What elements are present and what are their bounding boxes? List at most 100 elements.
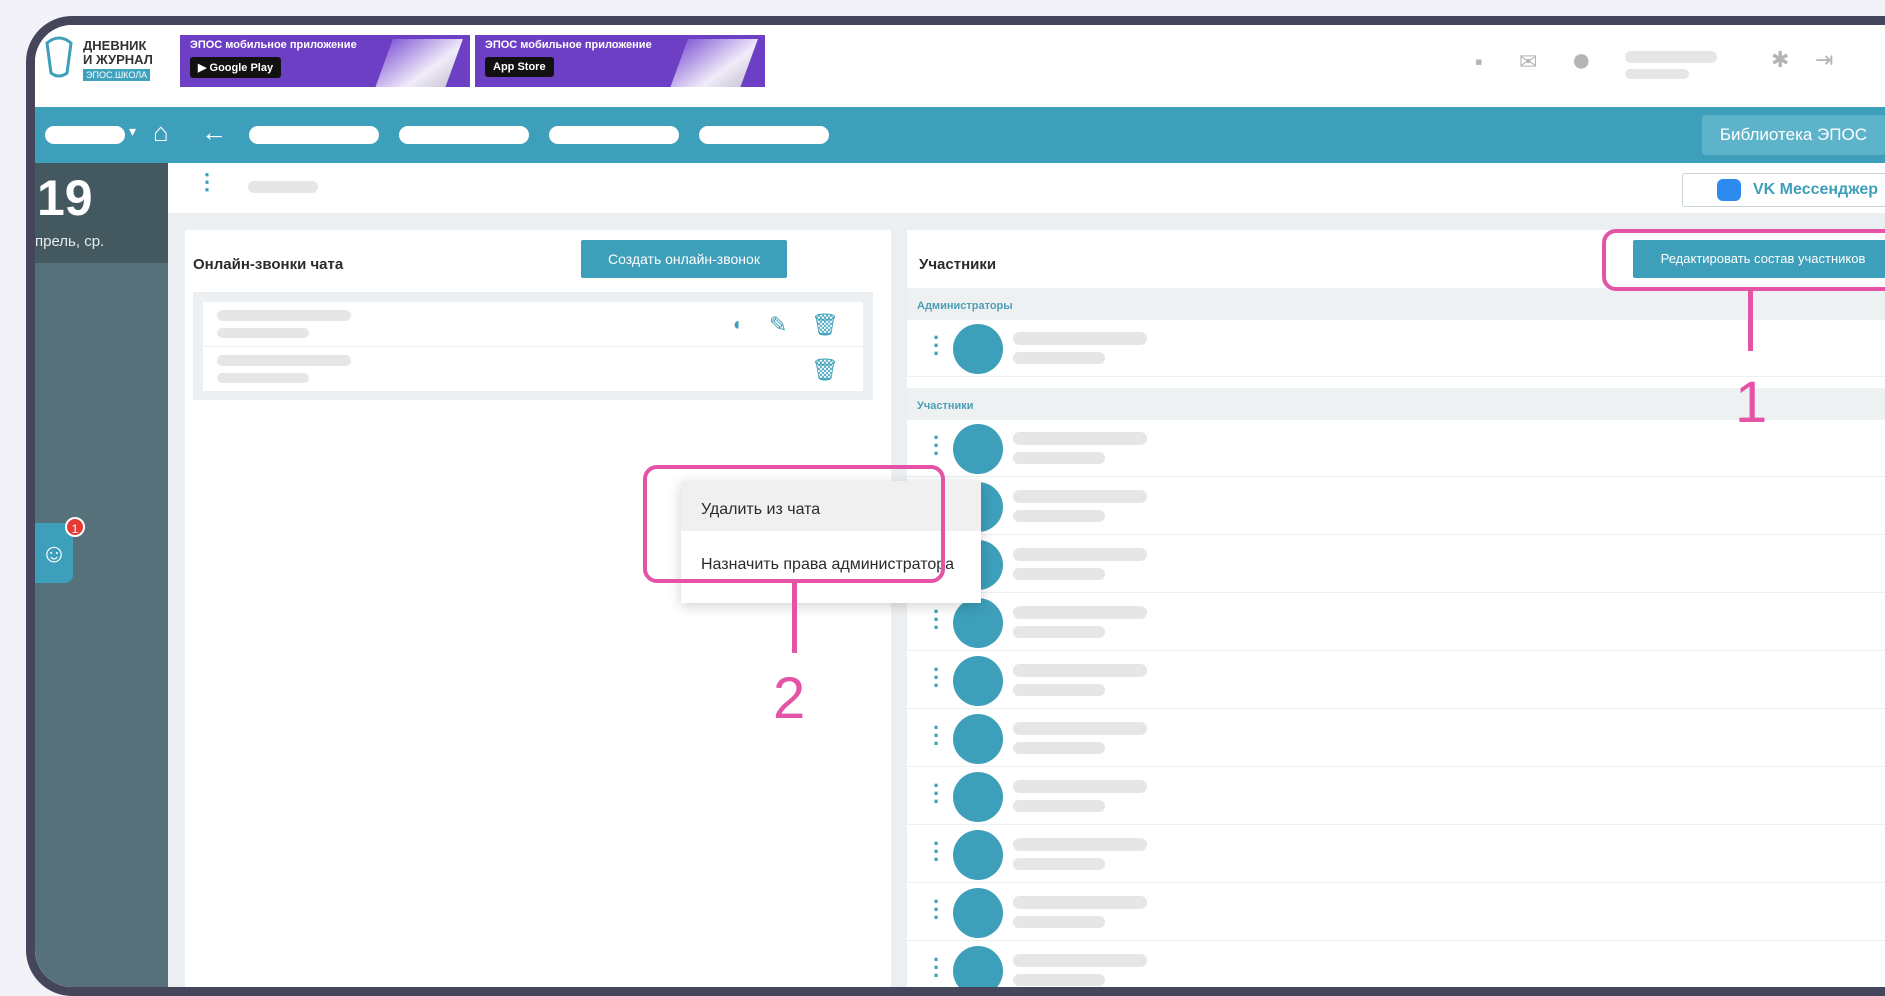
chat-title-placeholder bbox=[248, 181, 318, 193]
call-time-placeholder bbox=[217, 373, 309, 383]
member-menu-icon[interactable]: ··· bbox=[933, 601, 940, 639]
member-name-placeholder bbox=[1013, 332, 1147, 345]
member-name-placeholder bbox=[1013, 896, 1147, 909]
calls-panel: Онлайн-звонки чата Создать онлайн-звонок… bbox=[185, 230, 891, 987]
app-store-badge: App Store bbox=[485, 57, 554, 77]
top-bar: ДНЕВНИК И ЖУРНАЛ ЭПОС.ШКОЛА ЭПОС мобильно… bbox=[35, 25, 1885, 107]
member-name-placeholder bbox=[1013, 722, 1147, 735]
home-icon[interactable]: ⌂ bbox=[153, 117, 169, 148]
assistant-button[interactable]: ☺ 1 bbox=[35, 517, 85, 583]
gear-icon[interactable]: ✱ bbox=[1771, 47, 1789, 73]
library-button[interactable]: Библиотека ЭПОС bbox=[1701, 115, 1885, 155]
member-row[interactable]: ··· bbox=[907, 884, 1885, 941]
call-row[interactable]: 🗑 bbox=[203, 347, 863, 392]
logo-subtitle: ЭПОС.ШКОЛА bbox=[83, 69, 151, 81]
date-day: 19 bbox=[37, 170, 93, 226]
back-arrow-icon[interactable]: ← bbox=[201, 117, 227, 148]
avatar bbox=[953, 598, 1003, 648]
avatar-icon[interactable]: ● bbox=[1571, 41, 1592, 80]
avatar bbox=[953, 324, 1003, 374]
call-name-placeholder bbox=[217, 310, 351, 321]
avatar bbox=[953, 830, 1003, 880]
nav-dropdown[interactable] bbox=[45, 126, 125, 144]
nav-bar: ▾ ⌂ ← Библиотека ЭПОС bbox=[35, 107, 1885, 163]
username-placeholder bbox=[1625, 51, 1717, 63]
logout-icon[interactable]: ⇥ bbox=[1815, 47, 1833, 73]
date-widget: 19 прель, ср. bbox=[35, 163, 168, 263]
call-row[interactable]: ◐ ✎ 🗑 bbox=[203, 302, 863, 347]
member-menu-icon[interactable]: ··· bbox=[933, 717, 940, 755]
member-menu-icon[interactable]: ··· bbox=[933, 427, 940, 465]
member-info-placeholder bbox=[1013, 800, 1105, 812]
callout-line-2 bbox=[792, 583, 797, 653]
member-row[interactable]: ··· bbox=[907, 478, 1885, 535]
member-row[interactable]: ··· bbox=[907, 652, 1885, 709]
sidebar: 19 прель, ср. ☺ 1 bbox=[35, 163, 168, 987]
member-info-placeholder bbox=[1013, 626, 1105, 638]
member-row[interactable]: ··· bbox=[907, 594, 1885, 651]
member-info-placeholder bbox=[1013, 510, 1105, 522]
member-name-placeholder bbox=[1013, 954, 1147, 967]
member-info-placeholder bbox=[1013, 974, 1105, 986]
participants-title: Участники bbox=[919, 256, 997, 273]
chevron-down-icon[interactable]: ▾ bbox=[129, 123, 136, 140]
member-name-placeholder bbox=[1013, 432, 1147, 445]
admins-header: Администраторы bbox=[907, 288, 1885, 320]
call-name-placeholder bbox=[217, 355, 351, 366]
app-logo[interactable]: ДНЕВНИК И ЖУРНАЛ ЭПОС.ШКОЛА bbox=[41, 33, 181, 87]
nav-item[interactable] bbox=[699, 126, 829, 144]
calls-title: Онлайн-звонки чата bbox=[193, 256, 344, 273]
member-row[interactable]: ··· bbox=[907, 710, 1885, 767]
assistant-icon: ☺ bbox=[40, 538, 68, 568]
member-row[interactable]: ··· bbox=[907, 768, 1885, 825]
member-name-placeholder bbox=[1013, 606, 1147, 619]
trash-icon[interactable]: 🗑 bbox=[811, 312, 839, 338]
member-name-placeholder bbox=[1013, 490, 1147, 503]
promo-google-play[interactable]: ЭПОС мобильное приложение ▶ Google Play bbox=[180, 35, 470, 87]
nav-item[interactable] bbox=[399, 126, 529, 144]
highlight-edit-button bbox=[1602, 229, 1885, 291]
avatar bbox=[953, 772, 1003, 822]
vk-label: VK Мессенджер bbox=[1753, 181, 1879, 198]
more-menu-icon[interactable]: ⋮ bbox=[196, 169, 218, 195]
logo-icon bbox=[45, 36, 73, 78]
avatar bbox=[953, 424, 1003, 474]
member-info-placeholder bbox=[1013, 742, 1105, 754]
toggle-icon[interactable]: ◐ bbox=[733, 314, 744, 335]
member-row[interactable]: ··· bbox=[907, 826, 1885, 883]
member-menu-icon[interactable]: ··· bbox=[933, 775, 940, 813]
member-name-placeholder bbox=[1013, 838, 1147, 851]
member-name-placeholder bbox=[1013, 664, 1147, 677]
nav-item[interactable] bbox=[249, 126, 379, 144]
participants-panel: Участники Редактировать состав участнико… bbox=[907, 230, 1885, 987]
vk-messenger-button[interactable]: VK Мессенджер bbox=[1682, 173, 1885, 207]
member-menu-icon[interactable]: ··· bbox=[933, 949, 940, 987]
calls-list: ◐ ✎ 🗑 🗑 bbox=[193, 292, 873, 400]
trash-icon[interactable]: 🗑 bbox=[811, 357, 839, 383]
member-menu-icon[interactable]: ··· bbox=[933, 833, 940, 871]
create-call-button[interactable]: Создать онлайн-звонок bbox=[581, 240, 787, 278]
notice-icon[interactable]: ▪ bbox=[1475, 49, 1483, 75]
callout-number-1: 1 bbox=[1735, 370, 1768, 435]
highlight-context-menu bbox=[643, 465, 945, 583]
avatar bbox=[953, 946, 1003, 987]
member-menu-icon[interactable]: ··· bbox=[933, 327, 940, 365]
edit-icon[interactable]: ✎ bbox=[769, 312, 787, 338]
nav-item[interactable] bbox=[549, 126, 679, 144]
google-play-badge: ▶ Google Play bbox=[190, 57, 282, 78]
member-row[interactable]: ··· bbox=[907, 536, 1885, 593]
member-menu-icon[interactable]: ··· bbox=[933, 659, 940, 697]
member-menu-icon[interactable]: ··· bbox=[933, 891, 940, 929]
app-screen: ДНЕВНИК И ЖУРНАЛ ЭПОС.ШКОЛА ЭПОС мобильно… bbox=[35, 25, 1885, 987]
vk-logo-icon bbox=[1717, 179, 1741, 201]
callout-line-1 bbox=[1748, 291, 1753, 351]
member-row[interactable]: ··· bbox=[907, 942, 1885, 987]
call-time-placeholder bbox=[217, 328, 309, 338]
role-placeholder bbox=[1625, 69, 1689, 79]
member-info-placeholder bbox=[1013, 684, 1105, 696]
device-frame: ДНЕВНИК И ЖУРНАЛ ЭПОС.ШКОЛА ЭПОС мобильно… bbox=[26, 16, 1885, 996]
promo-app-store[interactable]: ЭПОС мобильное приложение App Store bbox=[475, 35, 765, 87]
mail-icon[interactable]: ✉ bbox=[1519, 49, 1537, 75]
avatar bbox=[953, 888, 1003, 938]
date-weekday: прель, ср. bbox=[35, 233, 105, 250]
